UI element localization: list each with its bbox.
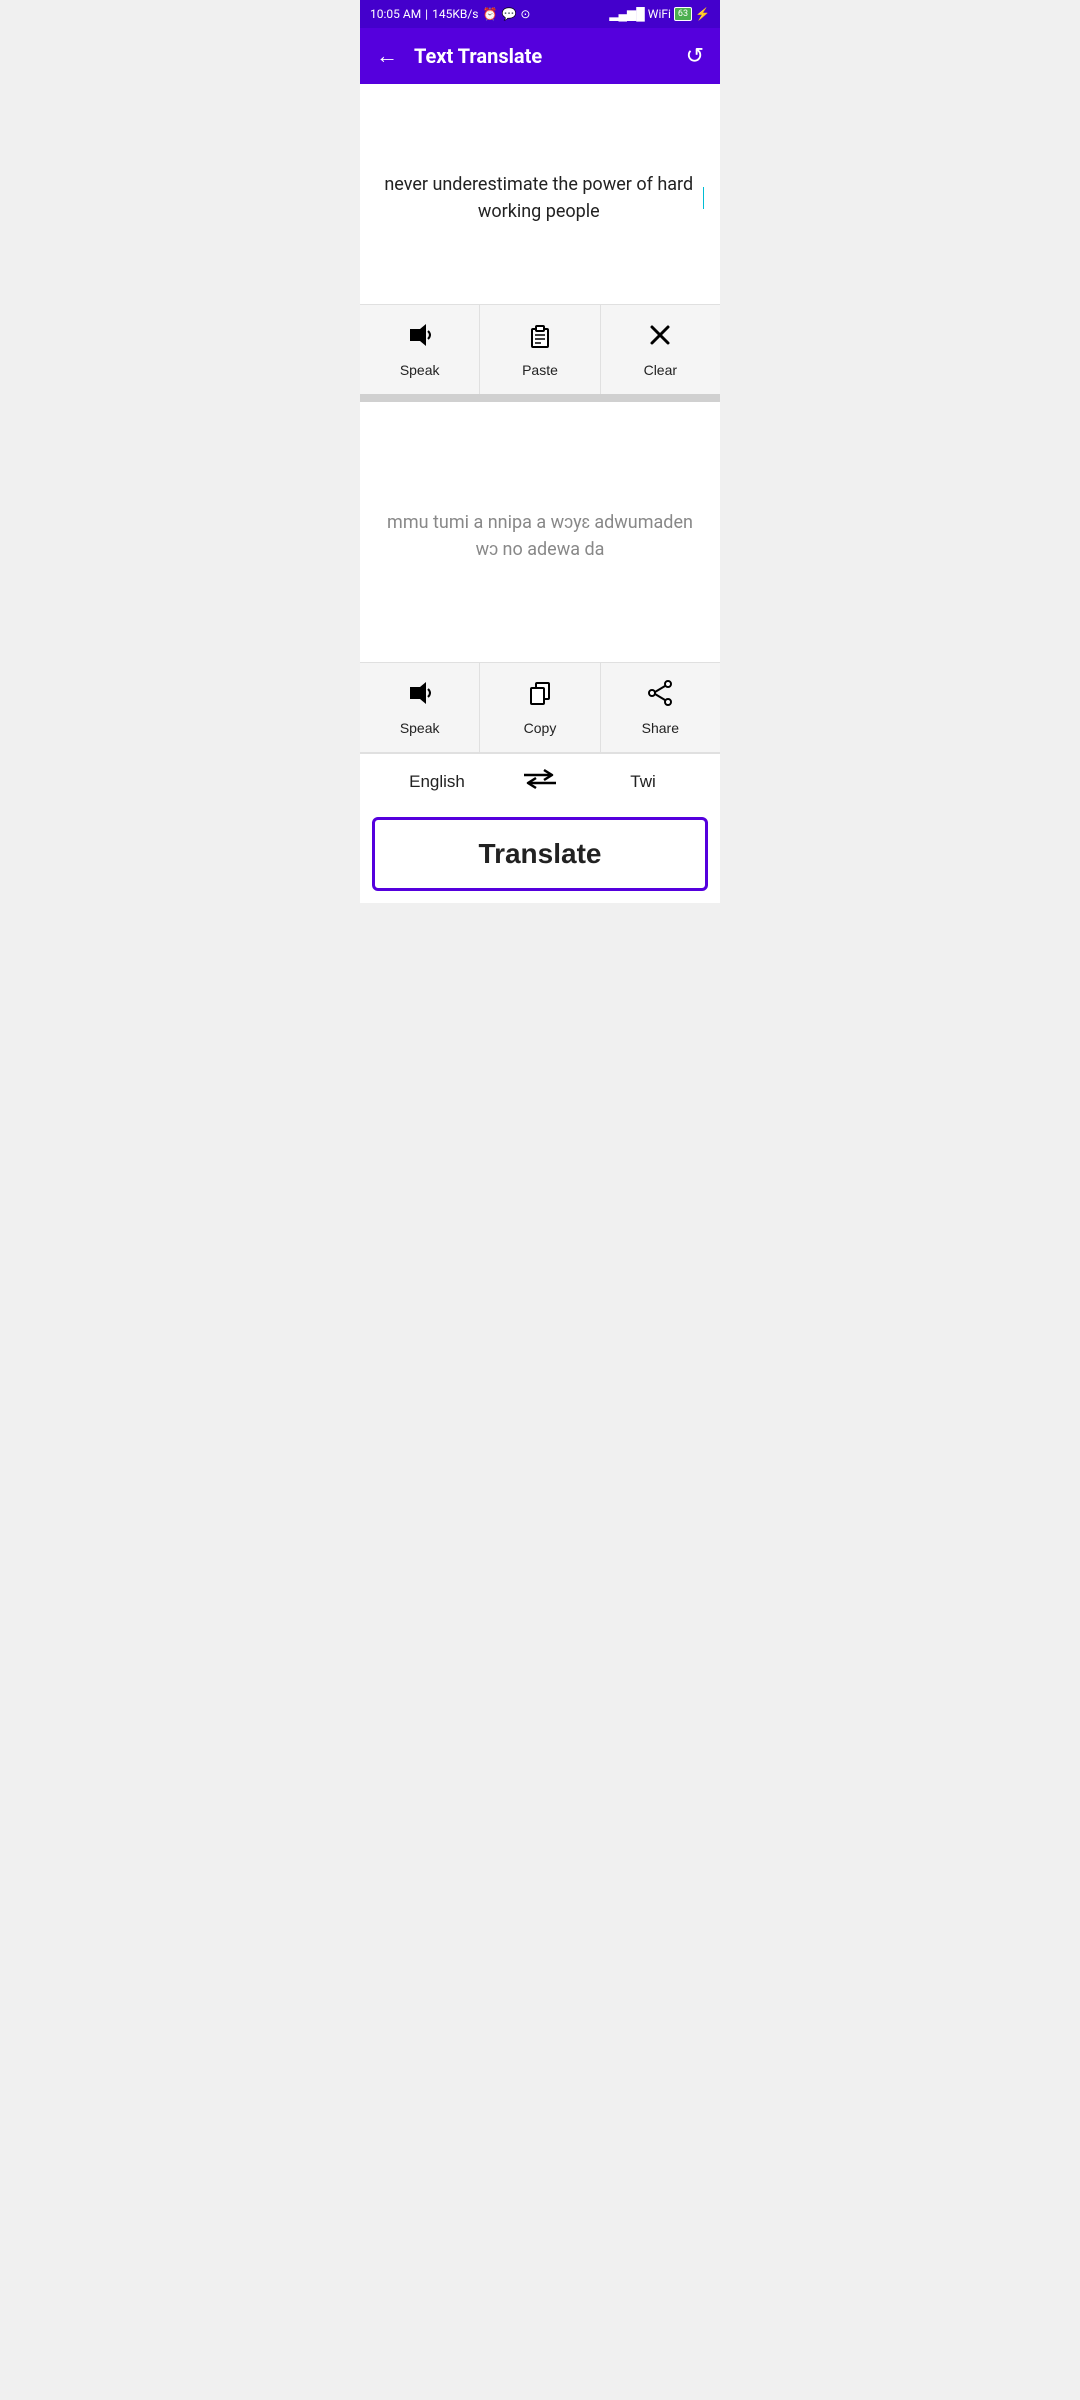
history-button[interactable]: ↺	[686, 44, 704, 69]
output-section: mmu tumi a nnipa a wɔyɛ adwumaden wɔ no …	[360, 402, 720, 752]
paste-input-label: Paste	[522, 362, 558, 378]
clear-input-label: Clear	[644, 362, 677, 378]
clock-icon: ⏰	[483, 7, 498, 21]
time-label: 10:05 AM	[370, 7, 421, 21]
wifi-icon: WiFi	[648, 7, 671, 21]
charging-icon: ⚡	[695, 7, 710, 21]
language-bar: English Twi	[360, 753, 720, 809]
paste-input-button[interactable]: Paste	[480, 305, 600, 394]
separator: |	[425, 7, 428, 21]
input-section: never underestimate the power of hard wo…	[360, 84, 720, 394]
input-text-area[interactable]: never underestimate the power of hard wo…	[360, 84, 720, 304]
copy-output-label: Copy	[524, 720, 557, 736]
copy-output-icon	[526, 679, 554, 714]
speak-input-label: Speak	[400, 362, 440, 378]
battery-label: 63	[674, 7, 692, 21]
speak-input-icon	[406, 321, 434, 356]
source-language-button[interactable]: English	[360, 756, 514, 808]
network-label: 145KB/s	[432, 7, 478, 21]
speak-input-button[interactable]: Speak	[360, 305, 480, 394]
bottom-bar: English Twi Translate	[360, 752, 720, 903]
target-language-button[interactable]: Twi	[566, 756, 720, 808]
share-output-icon	[646, 679, 674, 714]
clear-input-button[interactable]: Clear	[601, 305, 720, 394]
speak-output-label: Speak	[400, 720, 440, 736]
paste-input-icon	[526, 321, 554, 356]
app-title: Text Translate	[414, 44, 670, 68]
share-output-label: Share	[642, 720, 679, 736]
signal-icon: ▂▄▆█	[609, 7, 644, 21]
back-button[interactable]: ←	[376, 43, 398, 69]
status-left: 10:05 AM | 145KB/s ⏰ 💬 ⊙	[370, 7, 530, 21]
speak-output-button[interactable]: Speak	[360, 663, 480, 752]
whatsapp-icon: 💬	[501, 7, 516, 21]
vpn-icon: ⊙	[520, 7, 530, 21]
app-bar: ← Text Translate ↺	[360, 28, 720, 84]
copy-output-button[interactable]: Copy	[480, 663, 600, 752]
section-divider	[360, 394, 720, 402]
status-bar: 10:05 AM | 145KB/s ⏰ 💬 ⊙ ▂▄▆█ WiFi 63 ⚡	[360, 0, 720, 28]
text-cursor	[703, 187, 705, 209]
input-action-buttons: Speak Paste Clear	[360, 304, 720, 394]
output-action-buttons: Speak Copy Share	[360, 662, 720, 752]
input-text: never underestimate the power of hard wo…	[376, 171, 702, 225]
translate-button[interactable]: Translate	[372, 817, 708, 891]
output-text: mmu tumi a nnipa a wɔyɛ adwumaden wɔ no …	[376, 509, 704, 563]
share-output-button[interactable]: Share	[601, 663, 720, 752]
clear-input-icon	[646, 321, 674, 356]
output-text-area: mmu tumi a nnipa a wɔyɛ adwumaden wɔ no …	[360, 402, 720, 662]
swap-languages-button[interactable]	[514, 767, 566, 797]
status-right: ▂▄▆█ WiFi 63 ⚡	[609, 7, 710, 21]
speak-output-icon	[406, 679, 434, 714]
